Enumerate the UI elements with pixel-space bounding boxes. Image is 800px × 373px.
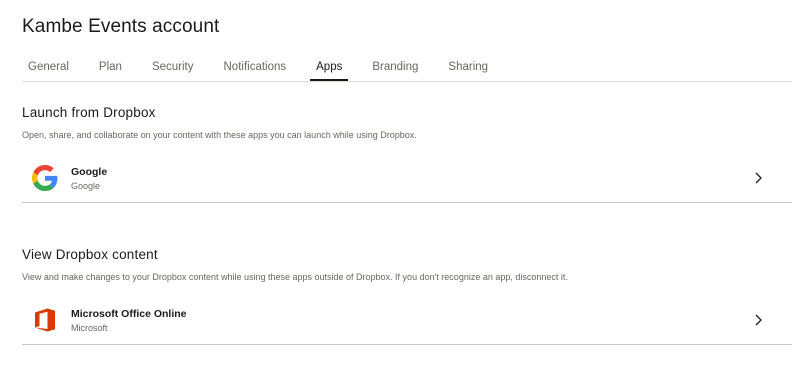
tab-notifications[interactable]: Notifications [218, 52, 293, 81]
app-name: Microsoft Office Online [71, 308, 187, 320]
app-publisher: Microsoft [71, 323, 108, 333]
section-description-launch: Open, share, and collaborate on your con… [22, 130, 417, 140]
app-name: Google [71, 166, 108, 178]
chevron-right-icon[interactable] [752, 171, 764, 185]
tab-branding[interactable]: Branding [366, 52, 424, 81]
tab-plan[interactable]: Plan [93, 52, 128, 81]
account-settings-page: Kambe Events account General Plan Securi… [0, 0, 800, 373]
tab-sharing[interactable]: Sharing [442, 52, 494, 81]
microsoft-office-icon [35, 308, 55, 332]
section-title-view: View Dropbox content [22, 247, 158, 262]
tab-security[interactable]: Security [146, 52, 200, 81]
tab-apps[interactable]: Apps [310, 52, 349, 81]
chevron-right-icon[interactable] [752, 313, 764, 327]
app-row-microsoft-office[interactable]: Microsoft Office Online Microsoft [22, 296, 792, 345]
google-icon [32, 165, 58, 191]
tab-general[interactable]: General [22, 52, 75, 81]
app-publisher: Google [71, 181, 101, 191]
section-title-launch: Launch from Dropbox [22, 105, 156, 120]
app-row-google[interactable]: Google Google [22, 154, 792, 203]
page-title: Kambe Events account [22, 16, 220, 37]
settings-tabs: General Plan Security Notifications Apps… [22, 52, 792, 82]
section-description-view: View and make changes to your Dropbox co… [22, 272, 568, 282]
